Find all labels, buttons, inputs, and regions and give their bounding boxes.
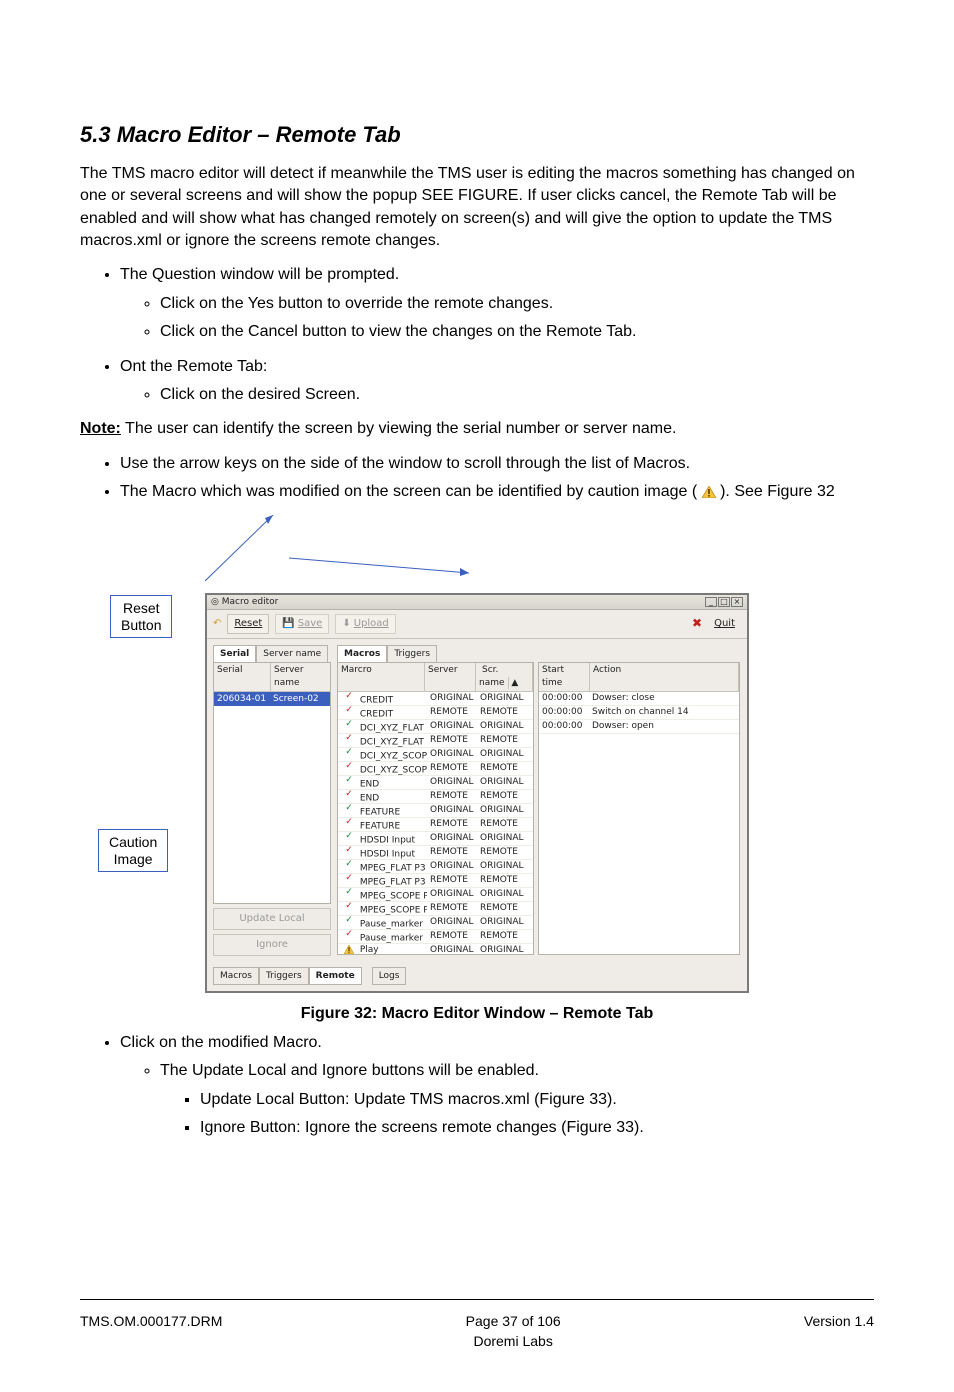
list-item: The Question window will be prompted. Cl… — [120, 264, 874, 343]
list-item: Use the arrow keys on the side of the wi… — [120, 453, 874, 475]
section-heading: 5.3 Macro Editor – Remote Tab — [80, 120, 874, 151]
bottom-tab-remote[interactable]: Remote — [309, 967, 362, 986]
update-local-button[interactable]: Update Local — [213, 908, 331, 930]
list-item: Click on the desired Screen. — [160, 384, 874, 406]
list-item: Click on the Cancel button to view the c… — [160, 321, 874, 343]
footer-rule — [80, 1299, 874, 1300]
list-item: The Macro which was modified on the scre… — [120, 481, 874, 503]
screen-row-selected[interactable]: 206034-01Screen-02 — [214, 692, 330, 707]
window-title: ◎ Macro editor — [211, 596, 278, 609]
table-row[interactable]: PlayORIGINALORIGINAL — [338, 944, 533, 955]
footer-version: Version 1.4 — [804, 1312, 874, 1351]
note-label: Note: — [80, 420, 121, 437]
footer-doc-id: TMS.OM.000177.DRM — [80, 1312, 222, 1351]
ignore-button[interactable]: Ignore — [213, 934, 331, 956]
macros-table[interactable]: Marcro Server Scr. name ▲ ✓ CREDITORIGIN… — [337, 662, 534, 954]
save-button[interactable]: 💾 Save — [275, 614, 329, 634]
list-item: Ont the Remote Tab: Click on the desired… — [120, 356, 874, 407]
caution-icon — [702, 486, 716, 498]
note-text: The user can identify the screen by view… — [121, 420, 677, 437]
footer-page: Page 37 of 106 — [466, 1313, 561, 1329]
col-scrname: Scr. name ▲ — [476, 663, 533, 690]
upload-button[interactable]: ⬇ Upload — [335, 614, 395, 634]
annot-reset: Reset Button — [110, 595, 172, 637]
table-row[interactable]: 00:00:00Dowser: close — [539, 692, 739, 706]
screen-list[interactable]: SerialServer name 206034-01Screen-02 — [213, 662, 331, 904]
bullet-list-2: Use the arrow keys on the side of the wi… — [80, 453, 874, 504]
macro-editor-window: ◎ Macro editor _□× ↶ Reset 💾 Save ⬇ Uplo… — [205, 593, 749, 994]
footer-company: Doremi Labs — [473, 1333, 552, 1349]
intro-paragraph: The TMS macro editor will detect if mean… — [80, 163, 874, 253]
figure-32: Reset Button Caution Image ◎ Macro edito… — [205, 515, 749, 993]
actions-table[interactable]: Start time Action 00:00:00Dowser: close0… — [538, 662, 740, 954]
caution-sentence-post: ). See Figure 32 — [720, 483, 835, 500]
quit-button[interactable]: Quit — [708, 615, 741, 633]
table-row[interactable]: 00:00:00Dowser: open — [539, 720, 739, 734]
list-item: Update Local Button: Update TMS macros.x… — [200, 1089, 874, 1111]
col-server: Server — [425, 663, 476, 690]
tab-serial[interactable]: Serial — [213, 645, 256, 663]
col-marcro: Marcro — [338, 663, 425, 690]
list-item: Ignore Button: Ignore the screens remote… — [200, 1117, 874, 1139]
toolbar: ↶ Reset 💾 Save ⬇ Upload ✖ Quit — [207, 610, 747, 639]
table-row[interactable]: ✓ Pause_markerREMOTEREMOTE — [338, 930, 533, 944]
col-start-time: Start time — [539, 663, 590, 690]
window-controls[interactable]: _□× — [704, 596, 743, 609]
page-footer: TMS.OM.000177.DRM Page 37 of 106 Doremi … — [80, 1308, 874, 1391]
tab-triggers[interactable]: Triggers — [387, 645, 437, 663]
bottom-tab-triggers[interactable]: Triggers — [259, 967, 309, 986]
bottom-tab-logs[interactable]: Logs — [372, 967, 407, 986]
tab-server-name[interactable]: Server name — [256, 645, 328, 663]
col-action: Action — [590, 663, 739, 690]
reset-button[interactable]: Reset — [227, 614, 269, 634]
list-item: Click on the modified Macro. The Update … — [120, 1032, 874, 1140]
window-titlebar[interactable]: ◎ Macro editor _□× — [207, 595, 747, 610]
caution-sentence-pre: The Macro which was modified on the scre… — [120, 483, 702, 500]
note-line: Note: The user can identify the screen b… — [80, 418, 874, 440]
table-row[interactable]: 00:00:00Switch on channel 14 — [539, 706, 739, 720]
close-icon[interactable]: ✖ — [692, 615, 702, 632]
bullet-list-1: The Question window will be prompted. Cl… — [80, 264, 874, 406]
figure-caption: Figure 32: Macro Editor Window – Remote … — [80, 1003, 874, 1025]
bottom-tabbar: Macros Triggers Remote Logs — [207, 967, 747, 992]
list-item: The Update Local and Ignore buttons will… — [160, 1060, 874, 1139]
bullet-list-3: Click on the modified Macro. The Update … — [80, 1032, 874, 1140]
list-item: Click on the Yes button to override the … — [160, 293, 874, 315]
bottom-tab-macros[interactable]: Macros — [213, 967, 259, 986]
tab-macros[interactable]: Macros — [337, 645, 387, 663]
annot-caution: Caution Image — [98, 829, 168, 871]
